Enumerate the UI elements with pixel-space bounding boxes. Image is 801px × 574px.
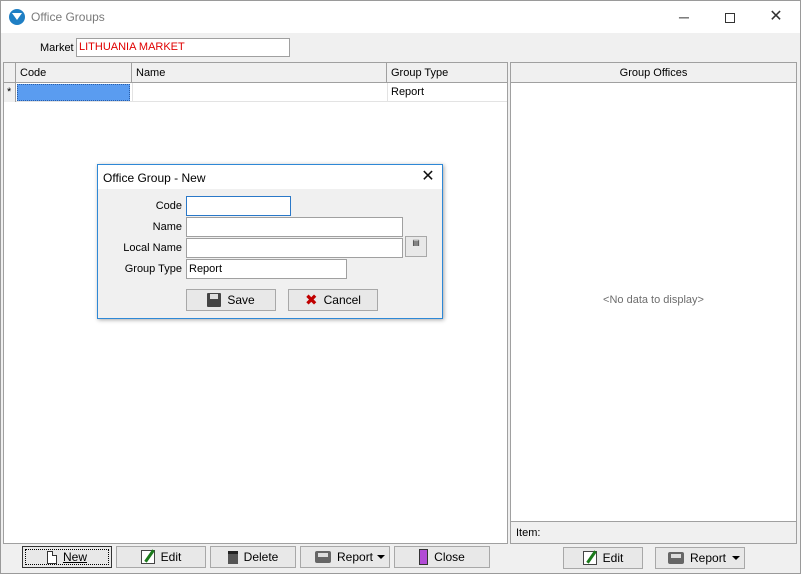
minimize-button[interactable]: ─ <box>661 1 707 33</box>
offices-report-button[interactable]: Report <box>655 547 745 569</box>
code-field[interactable] <box>186 196 291 216</box>
offices-report-label: Report <box>690 551 727 565</box>
dialog-title: Office Group - New <box>103 171 206 185</box>
new-button[interactable]: New <box>22 546 112 568</box>
name-label: Name <box>152 221 182 233</box>
name-field[interactable] <box>186 217 403 237</box>
row-indicator-header <box>4 63 16 83</box>
item-status-bar: Item: <box>511 521 796 543</box>
window-title: Office Groups <box>31 10 105 24</box>
delete-button[interactable]: Delete <box>210 546 296 568</box>
save-button-label: Save <box>227 293 255 307</box>
group-type-field[interactable]: Report <box>186 259 347 279</box>
keyboard-layout-icon: ▤ <box>412 238 420 247</box>
group-type-label: Group Type <box>124 263 182 275</box>
local-name-label: Local Name <box>123 242 182 254</box>
office-group-new-dialog: Office Group - New ✕ Code Name Local Nam… <box>97 164 443 319</box>
app-logo-icon <box>9 9 25 25</box>
item-label: Item: <box>516 527 541 539</box>
local-name-field[interactable] <box>186 238 403 258</box>
maximize-button[interactable] <box>707 1 753 33</box>
printer-icon <box>315 551 331 563</box>
edit-button-label: Edit <box>160 550 182 564</box>
new-button-label: New <box>62 550 87 564</box>
cancel-icon: ✖ <box>305 291 318 309</box>
market-label: Market <box>40 42 74 54</box>
cell-group-type[interactable]: Report <box>387 83 507 102</box>
code-label: Code <box>155 200 182 212</box>
close-button-label: Close <box>434 550 465 564</box>
group-offices-panel: Group Offices <No data to display> Item: <box>510 62 797 544</box>
door-icon <box>419 549 429 565</box>
printer-icon <box>668 552 684 564</box>
report-dropdown-arrow-icon[interactable] <box>373 547 389 567</box>
market-field[interactable]: LITHUANIA MARKET <box>76 38 290 57</box>
cancel-button[interactable]: ✖ Cancel <box>288 289 378 311</box>
column-header-code[interactable]: Code <box>16 63 132 83</box>
save-button[interactable]: Save <box>186 289 276 311</box>
table-row-new[interactable]: * Report <box>4 83 507 102</box>
grid-header: Code Name Group Type <box>4 63 507 83</box>
new-document-icon <box>46 550 57 564</box>
new-row-indicator: * <box>4 83 16 102</box>
column-header-group-type[interactable]: Group Type <box>387 63 507 83</box>
cancel-button-label: Cancel <box>323 293 361 307</box>
offices-edit-button[interactable]: Edit <box>563 547 643 569</box>
title-bar: Office Groups ─ ✕ <box>1 1 800 33</box>
close-button[interactable]: Close <box>394 546 490 568</box>
save-icon <box>207 293 222 307</box>
edit-button[interactable]: Edit <box>116 546 206 568</box>
cell-code[interactable] <box>17 84 130 101</box>
edit-icon <box>140 550 155 564</box>
report-button-label: Report <box>337 550 374 564</box>
edit-icon <box>582 551 597 565</box>
offices-edit-label: Edit <box>602 551 624 565</box>
dialog-close-button[interactable]: ✕ <box>416 166 440 188</box>
group-offices-header: Group Offices <box>511 63 796 83</box>
office-groups-window: Office Groups ─ ✕ Market LITHUANIA MARKE… <box>0 0 801 574</box>
offices-report-dropdown-arrow-icon[interactable] <box>728 548 744 568</box>
column-header-name[interactable]: Name <box>132 63 387 83</box>
report-button[interactable]: Report <box>300 546 390 568</box>
cell-name[interactable] <box>132 83 387 102</box>
dialog-title-bar: Office Group - New ✕ <box>98 165 442 189</box>
trash-icon <box>227 550 238 564</box>
delete-button-label: Delete <box>243 550 279 564</box>
keyboard-layout-button[interactable]: ▤ <box>405 236 427 257</box>
close-window-button[interactable]: ✕ <box>753 1 799 33</box>
empty-state-text: <No data to display> <box>603 294 704 306</box>
maximize-icon <box>725 13 735 24</box>
